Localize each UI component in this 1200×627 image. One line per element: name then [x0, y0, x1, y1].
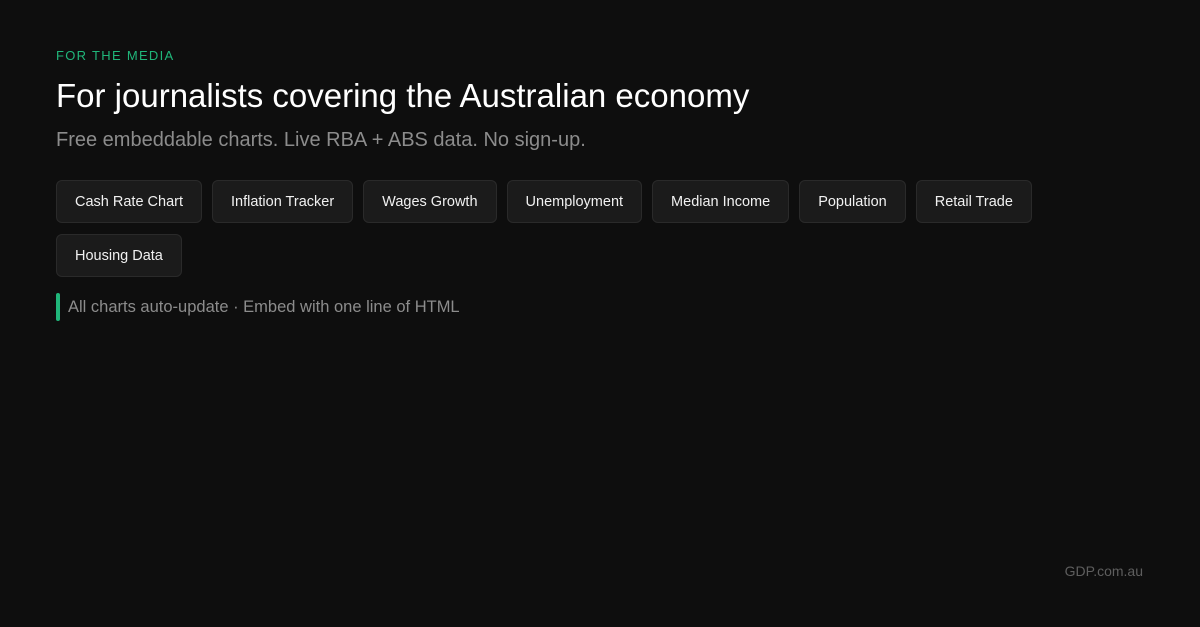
auto-update-note: All charts auto-update · Embed with one …	[56, 293, 1056, 321]
chart-link-median-income[interactable]: Median Income	[652, 180, 790, 223]
chart-link-inflation[interactable]: Inflation Tracker	[212, 180, 354, 223]
chart-link-wages[interactable]: Wages Growth	[363, 180, 497, 223]
eyebrow-label: FOR THE MEDIA	[56, 48, 175, 63]
accent-bar	[56, 293, 60, 321]
chart-link-cash-rate[interactable]: Cash Rate Chart	[56, 180, 202, 223]
chart-link-unemployment[interactable]: Unemployment	[506, 180, 643, 223]
note-text: All charts auto-update · Embed with one …	[68, 298, 460, 316]
chart-link-population[interactable]: Population	[799, 180, 906, 223]
media-hero: FOR THE MEDIA For journalists covering t…	[56, 48, 1056, 321]
chart-link-list: Cash Rate Chart Inflation Tracker Wages …	[56, 180, 1066, 277]
chart-link-retail-trade[interactable]: Retail Trade	[915, 180, 1032, 223]
page-subtitle: Free embeddable charts. Live RBA + ABS d…	[56, 129, 586, 151]
site-brand: GDP.com.au	[1064, 563, 1143, 579]
chart-link-housing[interactable]: Housing Data	[56, 234, 182, 277]
page-title: For journalists covering the Australian …	[56, 77, 750, 114]
